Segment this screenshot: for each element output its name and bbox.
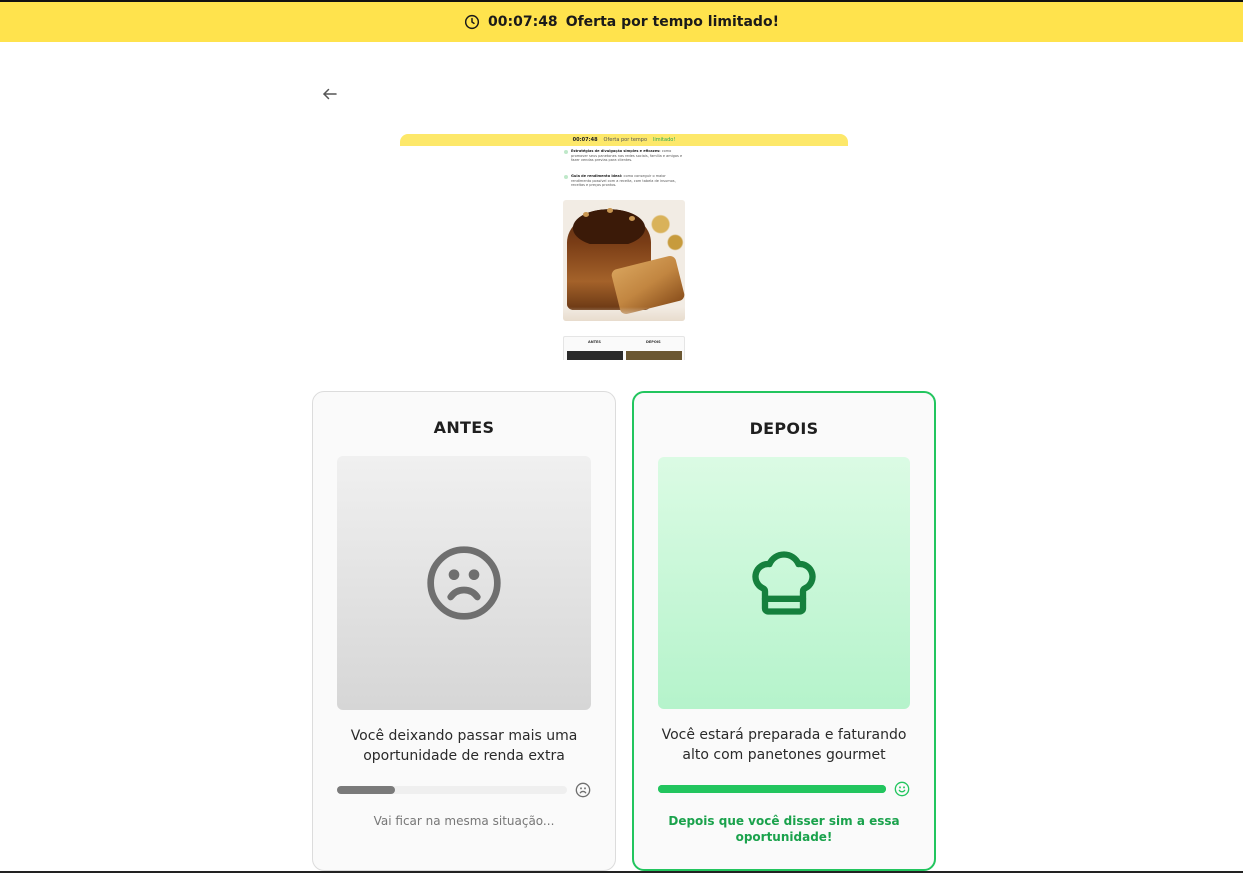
check-icon bbox=[564, 150, 568, 154]
preview-item1-bold: Estratégias de divulgação simples e efic… bbox=[571, 149, 661, 153]
preview-table-right-image bbox=[626, 351, 682, 360]
depois-footer: Depois que você disser sim a essa oportu… bbox=[668, 814, 900, 844]
nut-decoration bbox=[583, 212, 589, 217]
antes-footer: Vai ficar na mesma situação... bbox=[373, 814, 555, 828]
panettone-image bbox=[563, 200, 685, 321]
antes-progress-fill bbox=[337, 786, 395, 794]
depois-visual bbox=[658, 457, 910, 709]
depois-progress-row bbox=[658, 781, 914, 797]
preview-banner: 00:07:48 Oferta por tempo limitado! bbox=[400, 134, 848, 146]
preview-banner-highlight: limitado! bbox=[653, 137, 676, 143]
banner-timer: 00:07:48 bbox=[488, 14, 558, 30]
depois-progress-fill bbox=[658, 785, 886, 793]
preview-table-right-label: DEPOIS bbox=[646, 340, 661, 344]
preview-compare-table: ANTES DEPOIS bbox=[563, 336, 685, 360]
antes-progress-track bbox=[337, 786, 567, 794]
depois-title: DEPOIS bbox=[749, 419, 819, 438]
page-preview: 00:07:48 Oferta por tempo limitado! Estr… bbox=[400, 134, 848, 360]
antes-progress-row bbox=[337, 782, 593, 798]
page: 00:07:48 Oferta por tempo limitado! 00:0… bbox=[0, 0, 1243, 873]
chef-hat-icon bbox=[752, 551, 816, 615]
nut-decoration bbox=[629, 216, 635, 221]
sad-face-icon bbox=[427, 546, 501, 620]
clock-icon bbox=[464, 14, 480, 30]
preview-item2-bold: Guia de rendimento ideal: bbox=[571, 174, 623, 178]
antes-title: ANTES bbox=[433, 418, 495, 437]
depois-card: DEPOIS Você estará preparada e faturando… bbox=[632, 391, 936, 871]
image-shadow bbox=[563, 307, 685, 321]
happy-face-small-icon bbox=[894, 781, 910, 797]
back-button[interactable] bbox=[318, 82, 342, 106]
antes-description: Você deixando passar mais uma oportunida… bbox=[350, 728, 578, 764]
preview-table-left-label: ANTES bbox=[588, 340, 601, 344]
arrow-left-icon bbox=[323, 88, 337, 100]
preview-list-item: Estratégias de divulgação simples e efic… bbox=[564, 149, 684, 163]
offer-banner: 00:07:48 Oferta por tempo limitado! bbox=[0, 2, 1243, 42]
antes-visual bbox=[337, 456, 591, 710]
banner-offer-text: Oferta por tempo limitado! bbox=[565, 14, 779, 30]
check-icon bbox=[564, 175, 568, 179]
nut-decoration bbox=[607, 208, 613, 213]
depois-progress-track bbox=[658, 785, 886, 793]
preview-banner-text: Oferta por tempo bbox=[603, 137, 648, 143]
sad-face-small-icon bbox=[575, 782, 591, 798]
preview-table-left-image bbox=[567, 351, 623, 360]
preview-banner-timer: 00:07:48 bbox=[572, 137, 598, 143]
antes-card: ANTES Você deixando passar mais uma opor… bbox=[312, 391, 616, 871]
depois-description: Você estará preparada e faturando alto c… bbox=[661, 727, 907, 763]
preview-list-item: Guia de rendimento ideal: como conseguir… bbox=[564, 174, 684, 188]
